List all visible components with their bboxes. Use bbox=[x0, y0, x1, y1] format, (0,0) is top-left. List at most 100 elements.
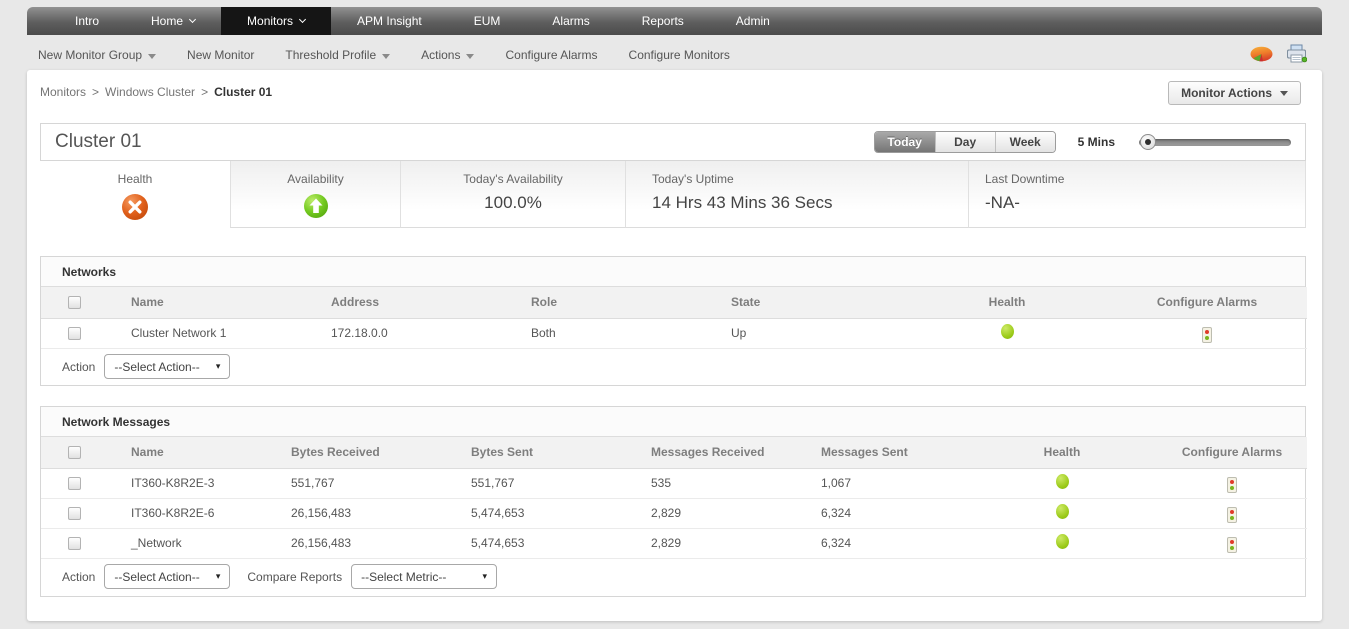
messages-sent-cell: 6,324 bbox=[797, 498, 967, 528]
error-cross-icon bbox=[121, 208, 149, 225]
networks-section-title: Networks bbox=[41, 257, 1305, 287]
messages-select-all-checkbox[interactable] bbox=[68, 446, 81, 459]
network-messages-header-row: Name Bytes Received Bytes Sent Messages … bbox=[41, 437, 1307, 468]
chevron-down-icon: ▾ bbox=[216, 361, 221, 372]
poll-interval-slider[interactable] bbox=[1139, 134, 1291, 150]
nav-label: Alarms bbox=[552, 14, 589, 28]
network-name-cell: Cluster Network 1 bbox=[107, 318, 307, 348]
period-button-today[interactable]: Today bbox=[875, 132, 935, 152]
period-controls: Today Day Week 5 Mins bbox=[874, 131, 1291, 153]
stat-value: -NA- bbox=[985, 193, 1305, 213]
row-checkbox[interactable] bbox=[68, 507, 81, 520]
column-header-health: Health bbox=[967, 437, 1157, 468]
green-dot-icon bbox=[1056, 534, 1069, 549]
networks-table-row: Cluster Network 1 172.18.0.0 Both Up bbox=[41, 318, 1307, 348]
toolbar-actions[interactable]: Actions bbox=[421, 48, 474, 62]
toolbar-new-monitor-group[interactable]: New Monitor Group bbox=[38, 48, 156, 62]
nav-item-monitors[interactable]: Monitors bbox=[221, 7, 331, 35]
messages-sent-cell: 6,324 bbox=[797, 528, 967, 558]
action-label: Action bbox=[62, 570, 95, 584]
chevron-down-icon bbox=[148, 54, 156, 59]
cluster-header: Cluster 01 Today Day Week 5 Mins bbox=[40, 123, 1306, 161]
bytes-sent-cell: 5,474,653 bbox=[447, 528, 627, 558]
nav-item-eum[interactable]: EUM bbox=[448, 7, 527, 35]
nav-item-alarms[interactable]: Alarms bbox=[526, 7, 615, 35]
breadcrumb-monitors[interactable]: Monitors bbox=[40, 85, 86, 99]
networks-action-select[interactable]: --Select Action-- ▾ bbox=[104, 354, 230, 379]
slider-track[interactable] bbox=[1139, 139, 1291, 146]
messages-received-cell: 2,829 bbox=[627, 498, 797, 528]
chevron-down-icon bbox=[382, 54, 390, 59]
messages-action-select[interactable]: --Select Action-- ▾ bbox=[104, 564, 230, 589]
toolbar-icons bbox=[1250, 44, 1307, 68]
main-nav: Intro Home Monitors APM Insight EUM Alar… bbox=[27, 7, 1322, 35]
traffic-light-icon[interactable] bbox=[1202, 327, 1212, 343]
traffic-light-icon[interactable] bbox=[1227, 537, 1237, 553]
select-value: --Select Metric-- bbox=[361, 570, 446, 584]
monitor-actions-button[interactable]: Monitor Actions bbox=[1168, 81, 1301, 105]
breadcrumb-separator: > bbox=[201, 85, 208, 99]
network-messages-table-row: IT360-K8R2E-3 551,767 551,767 535 1,067 bbox=[41, 468, 1307, 498]
toolbar-label: Threshold Profile bbox=[285, 48, 376, 62]
toolbar-label: Configure Monitors bbox=[629, 48, 730, 62]
chevron-down-icon: ▾ bbox=[216, 571, 221, 582]
chevron-down-icon: ▾ bbox=[483, 571, 488, 582]
network-messages-section-title: Network Messages bbox=[41, 407, 1305, 437]
message-name-cell: IT360-K8R2E-6 bbox=[107, 498, 267, 528]
chevron-down-icon bbox=[466, 54, 474, 59]
stat-tab-availability[interactable]: Availability bbox=[230, 161, 400, 228]
nav-item-apm-insight[interactable]: APM Insight bbox=[331, 7, 448, 35]
nav-item-intro[interactable]: Intro bbox=[49, 7, 125, 35]
messages-sent-cell: 1,067 bbox=[797, 468, 967, 498]
bytes-received-cell: 551,767 bbox=[267, 468, 447, 498]
row-checkbox[interactable] bbox=[68, 327, 81, 340]
nav-item-admin[interactable]: Admin bbox=[710, 7, 796, 35]
nav-label: Reports bbox=[642, 14, 684, 28]
stat-tab-health[interactable]: Health bbox=[40, 161, 230, 228]
chevron-down-icon bbox=[189, 16, 196, 23]
poll-interval-label: 5 Mins bbox=[1078, 135, 1115, 149]
stat-last-downtime: Last Downtime -NA- bbox=[968, 161, 1306, 228]
breadcrumb-windows-cluster[interactable]: Windows Cluster bbox=[105, 85, 195, 99]
traffic-light-icon[interactable] bbox=[1227, 507, 1237, 523]
column-header-name: Name bbox=[107, 437, 267, 468]
nav-item-home[interactable]: Home bbox=[125, 7, 221, 35]
toolbar-threshold-profile[interactable]: Threshold Profile bbox=[285, 48, 390, 62]
stat-todays-uptime: Today's Uptime 14 Hrs 43 Mins 36 Secs bbox=[625, 161, 968, 228]
toolbar-configure-monitors[interactable]: Configure Monitors bbox=[629, 48, 730, 62]
slider-handle[interactable] bbox=[1140, 134, 1156, 150]
pie-chart-icon[interactable] bbox=[1250, 46, 1273, 67]
toolbar-label: New Monitor bbox=[187, 48, 254, 62]
column-header-configure-alarms: Configure Alarms bbox=[1107, 287, 1307, 318]
period-button-day[interactable]: Day bbox=[935, 132, 995, 152]
stat-label: Last Downtime bbox=[985, 172, 1305, 186]
toolbar-configure-alarms[interactable]: Configure Alarms bbox=[505, 48, 597, 62]
compare-metric-select[interactable]: --Select Metric-- ▾ bbox=[351, 564, 497, 589]
row-checkbox[interactable] bbox=[68, 477, 81, 490]
content-panel: Monitors > Windows Cluster > Cluster 01 … bbox=[27, 70, 1322, 621]
networks-select-all-checkbox[interactable] bbox=[68, 296, 81, 309]
page-title: Cluster 01 bbox=[55, 131, 142, 153]
period-button-week[interactable]: Week bbox=[995, 132, 1055, 152]
column-header-messages-sent: Messages Sent bbox=[797, 437, 967, 468]
networks-section: Networks Name Address Role State Health … bbox=[40, 256, 1306, 386]
monitor-actions-label: Monitor Actions bbox=[1181, 86, 1272, 100]
message-name-cell: _Network bbox=[107, 528, 267, 558]
networks-table: Name Address Role State Health Configure… bbox=[41, 287, 1307, 349]
stat-label: Today's Availability bbox=[401, 172, 625, 186]
printer-icon[interactable] bbox=[1286, 44, 1307, 68]
column-header-address: Address bbox=[307, 287, 507, 318]
network-messages-table: Name Bytes Received Bytes Sent Messages … bbox=[41, 437, 1307, 559]
period-segmented-control: Today Day Week bbox=[874, 131, 1056, 153]
nav-item-reports[interactable]: Reports bbox=[616, 7, 710, 35]
row-checkbox[interactable] bbox=[68, 537, 81, 550]
nav-label: Monitors bbox=[247, 14, 293, 28]
green-dot-icon bbox=[1001, 324, 1014, 339]
toolbar-new-monitor[interactable]: New Monitor bbox=[187, 48, 254, 62]
column-header-name: Name bbox=[107, 287, 307, 318]
traffic-light-icon[interactable] bbox=[1227, 477, 1237, 493]
chevron-down-icon bbox=[299, 16, 306, 23]
network-messages-table-row: _Network 26,156,483 5,474,653 2,829 6,32… bbox=[41, 528, 1307, 558]
column-header-bytes-received: Bytes Received bbox=[267, 437, 447, 468]
column-header-role: Role bbox=[507, 287, 707, 318]
